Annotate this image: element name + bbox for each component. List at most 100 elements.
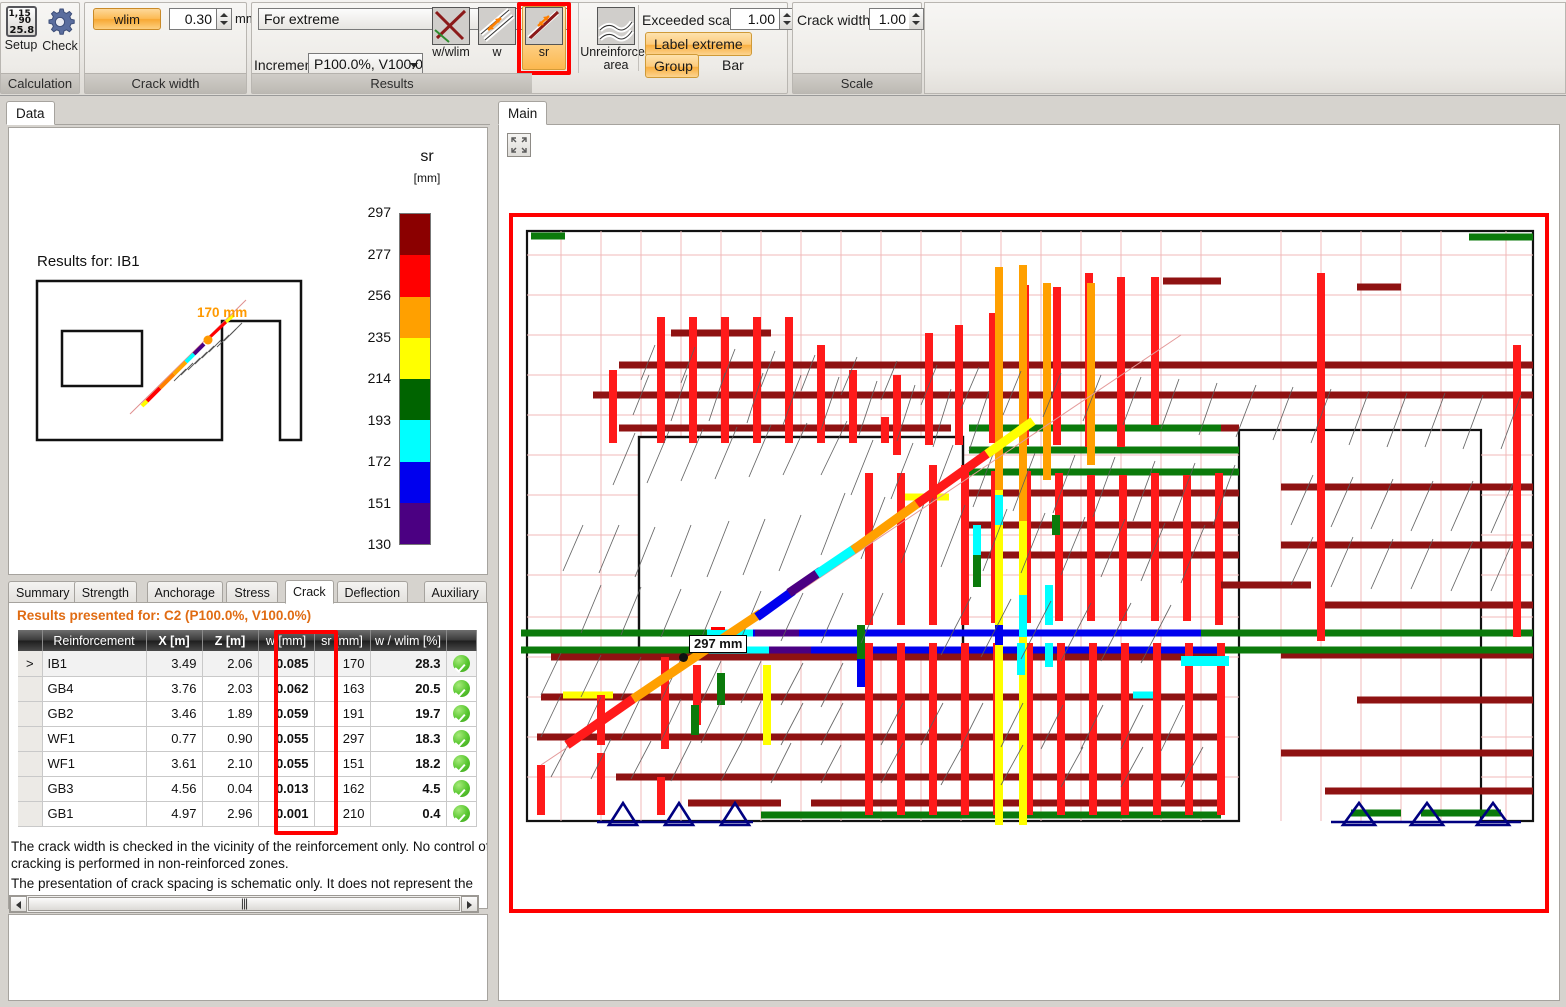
preview-shape-svg [34,278,324,468]
table-header-srmm[interactable]: sr [mm] [314,630,370,651]
table-header-blank7[interactable] [446,630,476,651]
table-row[interactable]: GB43.762.030.06216320.5 [18,676,476,701]
w-over-wlim-caption: w/wlim [428,46,474,59]
cell-w: 0.001 [258,801,314,826]
cell-sr: 151 [314,751,370,776]
cell-reinforcement: GB1 [42,801,146,826]
row-selector[interactable] [18,676,42,701]
group-title-scale: Scale [793,73,921,93]
wlim-value-input[interactable]: 0.30 [169,8,217,30]
left-graphic-preview: Results for: IB1 [8,127,488,575]
cell-status [446,726,476,751]
table-header-blank0[interactable] [18,630,42,651]
ribbon-group-calculation: 1,15 90 25.8 Setup [0,2,80,94]
legend-tick-235: 235 [349,329,391,345]
row-selector[interactable] [18,726,42,751]
cell-status [446,676,476,701]
cell-z: 2.10 [202,751,258,776]
unreinforced-area-icon [597,7,635,45]
cell-sr: 297 [314,726,370,751]
result-button-w[interactable]: w [474,7,520,59]
legend-band-5 [400,420,430,461]
wlim-toggle-button[interactable]: wlim [93,8,161,30]
extreme-select-value: For extreme [264,11,339,27]
table-header-wwlim[interactable]: w / wlim [%] [370,630,446,651]
table-header-zm[interactable]: Z [m] [202,630,258,651]
cell-x: 3.49 [146,651,202,676]
legend-tick-277: 277 [349,246,391,262]
exceeded-scale-input[interactable]: 1.00 [730,8,780,30]
tab-main[interactable]: Main [498,101,547,125]
table-row[interactable]: GB23.461.890.05919119.7 [18,701,476,726]
scroll-right-button[interactable] [461,896,478,912]
cell-z: 2.96 [202,801,258,826]
row-selector[interactable] [18,801,42,826]
setup-button[interactable]: 1,15 90 25.8 Setup [2,6,40,52]
scale-crack-width-spinner[interactable] [909,8,924,30]
label-extreme-button[interactable]: Label extreme [645,32,752,56]
tab-crack[interactable]: Crack [285,580,334,604]
cell-x: 3.76 [146,676,202,701]
fit-to-window-button[interactable] [507,133,531,157]
tab-data[interactable]: Data [6,101,55,125]
structural-drawing[interactable]: 297 mm [521,225,1543,825]
cell-w: 0.062 [258,676,314,701]
note-1: The crack width is checked in the vicini… [11,838,488,872]
increment-select[interactable]: P100.0%, V100.0% [308,53,423,75]
scroll-left-button[interactable] [10,896,27,912]
tab-strength[interactable]: Strength [74,581,137,604]
horizontal-scrollbar[interactable] [9,895,479,913]
row-selector[interactable]: > [18,651,42,676]
cell-sr: 210 [314,801,370,826]
scale-crack-width-input[interactable]: 1.00 [869,8,911,30]
result-button-w-over-wlim[interactable]: w/wlim [428,7,474,59]
check-button[interactable]: Check [41,6,79,53]
tab-summary[interactable]: Summary [8,581,77,604]
table-row[interactable]: GB34.560.040.0131624.5 [18,776,476,801]
status-ok-icon [453,730,470,747]
cell-ratio: 4.5 [370,776,446,801]
scale-crack-width-label: Crack width [797,12,870,28]
cell-status [446,701,476,726]
legend-band-7 [400,503,430,544]
table-body: >IB13.492.060.08517028.3GB43.762.030.062… [18,651,476,826]
status-ok-icon [453,655,470,672]
cell-reinforcement: IB1 [42,651,146,676]
bar-label[interactable]: Bar [722,57,744,73]
status-ok-icon [453,705,470,722]
tab-auxiliary[interactable]: Auxiliary [424,581,487,604]
wlim-spinner[interactable] [217,8,232,30]
tab-anchorage[interactable]: Anchorage [147,581,223,604]
table-row[interactable]: WF13.612.100.05515118.2 [18,751,476,776]
results-presented-label: Results presented for: C2 (P100.0%, V100… [17,608,311,623]
chevron-down-icon-2 [410,63,418,68]
row-selector[interactable] [18,751,42,776]
main-viewport[interactable]: 297 mm [498,124,1560,1001]
table-header-wmm[interactable]: w [mm] [258,630,314,651]
table-row[interactable]: >IB13.492.060.08517028.3 [18,651,476,676]
row-selector[interactable] [18,701,42,726]
cell-ratio: 18.3 [370,726,446,751]
ribbon-empty-area [924,2,1566,94]
drawing-extreme-marker [679,653,688,662]
legend-unit: [mm] [397,171,457,185]
result-button-sr[interactable]: sr [521,7,567,59]
legend-band-6 [400,462,430,503]
tab-deflection[interactable]: Deflection [337,581,409,604]
cell-x: 0.77 [146,726,202,751]
table-row[interactable]: WF10.770.900.05529718.3 [18,726,476,751]
ribbon-group-scale: Crack width 1.00 Scale [792,2,922,94]
cell-sr: 170 [314,651,370,676]
row-selector[interactable] [18,776,42,801]
left-panel-tabstrip: Data [6,101,490,125]
w-over-wlim-icon [432,7,470,45]
status-ok-icon [453,805,470,822]
tab-stress[interactable]: Stress [226,581,277,604]
table-header-xm[interactable]: X [m] [146,630,202,651]
scrollbar-thumb[interactable] [28,897,460,911]
cell-w: 0.055 [258,726,314,751]
table-header-reinforcement[interactable]: Reinforcement [42,630,146,651]
group-button[interactable]: Group [645,54,699,78]
legend-title: sr [397,148,457,166]
table-row[interactable]: GB14.972.960.0012100.4 [18,801,476,826]
